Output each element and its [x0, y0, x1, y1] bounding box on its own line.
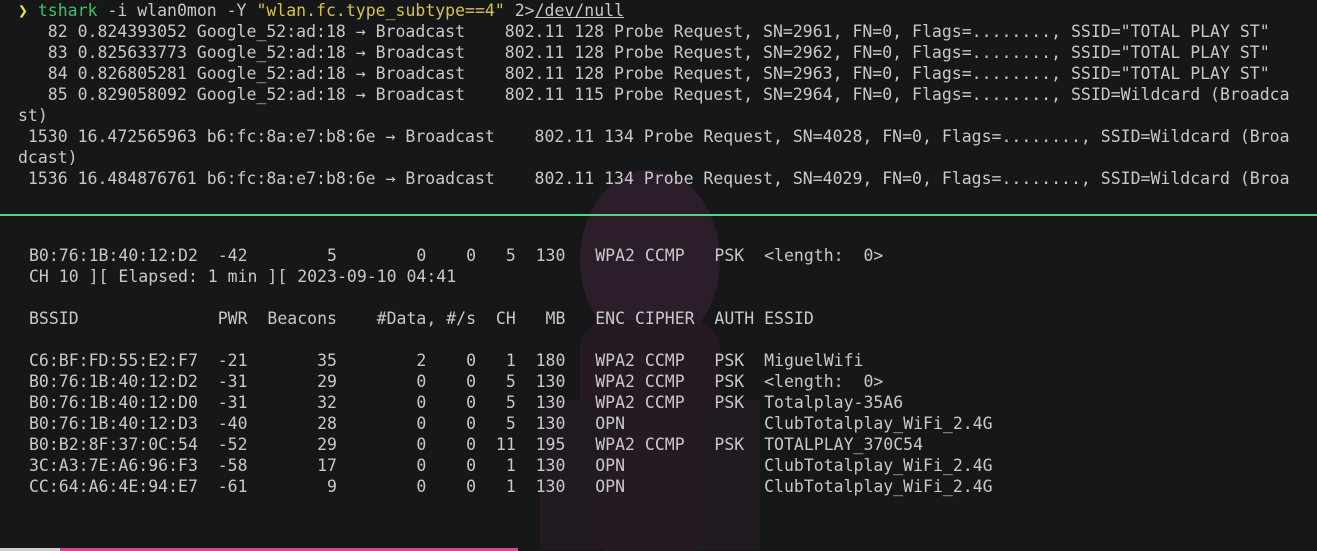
display-filter: "wlan.fc.type_subtype==4"	[256, 1, 505, 20]
ap-table-row: B0:76:1B:40:12:D0 -31 32 0 0 5 130 WPA2 …	[29, 393, 904, 412]
ap-table-row: CC:64:A6:4E:94:E7 -61 9 0 0 1 130 OPN Cl…	[29, 477, 993, 496]
packet-line-wrap: st)	[18, 106, 48, 125]
redirect-target: /dev/null	[534, 1, 625, 20]
airodump-status: CH 10 ][ Elapsed: 1 min ][ 2023-09-10 04…	[29, 267, 457, 286]
command-args: -i wlan0mon -Y	[97, 1, 257, 20]
command-name: tshark	[37, 1, 98, 20]
ap-table-row: B0:76:1B:40:12:D2 -31 29 0 0 5 130 WPA2 …	[29, 372, 884, 391]
ap-table-row: B0:76:1B:40:12:D3 -40 28 0 0 5 130 OPN C…	[29, 414, 993, 433]
chevron-right-icon: ❯	[18, 1, 28, 20]
redirect-operator: 2>	[504, 1, 535, 20]
ap-table-row: C6:BF:FD:55:E2:F7 -21 35 2 0 1 180 WPA2 …	[29, 351, 864, 370]
ap-table-row: B0:B2:8F:37:0C:54 -52 29 0 0 11 195 WPA2…	[29, 435, 924, 454]
command-line[interactable]: ❯ tshark -i wlan0mon -Y "wlan.fc.type_su…	[18, 0, 624, 21]
packet-line-wrap: dcast)	[18, 148, 78, 167]
packet-line: 1530 16.472565963 b6:fc:8a:e7:b8:6e → Br…	[18, 127, 1290, 146]
packet-line: 1536 16.484876761 b6:fc:8a:e7:b8:6e → Br…	[18, 169, 1290, 188]
ap-table-header: BSSID PWR Beacons #Data, #/s CH MB ENC C…	[29, 309, 814, 328]
ap-table-row: 3C:A3:7E:A6:96:F3 -58 17 0 0 1 130 OPN C…	[29, 456, 993, 475]
packet-line: 85 0.829058092 Google_52:ad:18 → Broadca…	[18, 85, 1290, 104]
packet-line: 84 0.826805281 Google_52:ad:18 → Broadca…	[18, 64, 1270, 83]
packet-line: 82 0.824393052 Google_52:ad:18 → Broadca…	[18, 22, 1270, 41]
packet-line: 83 0.825633773 Google_52:ad:18 → Broadca…	[18, 43, 1270, 62]
pane-divider[interactable]	[0, 214, 1317, 216]
ap-row-partial: B0:76:1B:40:12:D2 -42 5 0 0 5 130 WPA2 C…	[29, 246, 884, 265]
